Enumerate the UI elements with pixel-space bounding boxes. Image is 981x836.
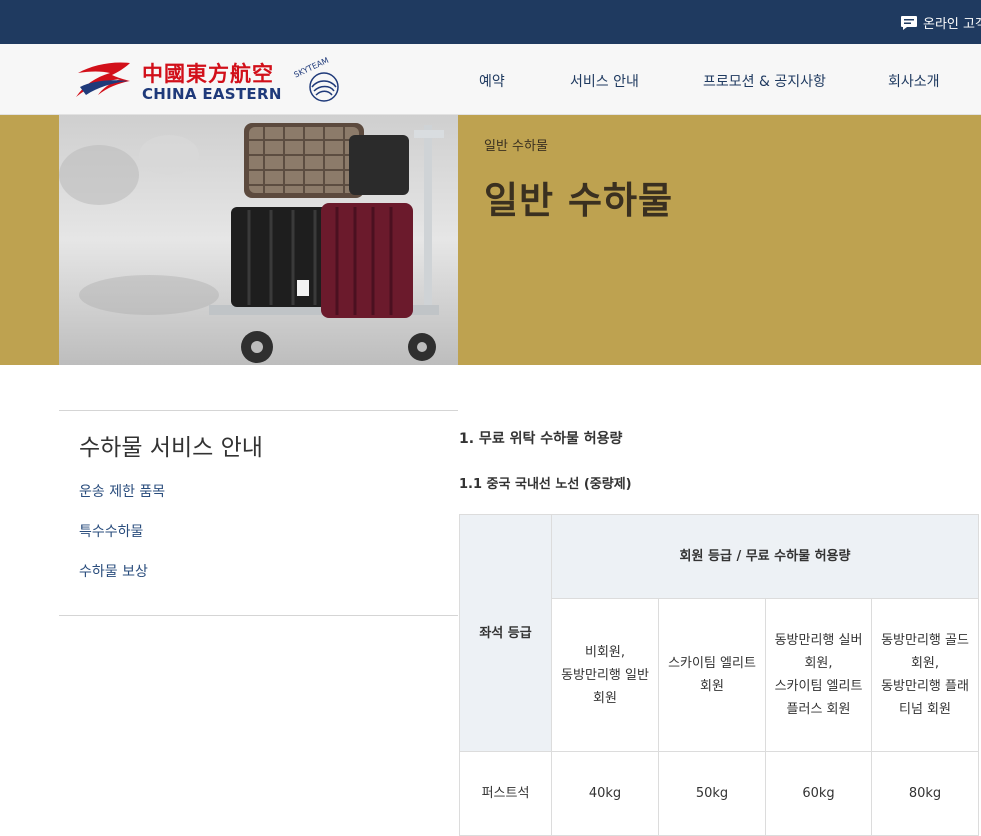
- china-eastern-logo[interactable]: 中國東方航空 CHINA EASTERN SKYTEAM: [72, 57, 344, 105]
- member-header-skyteam-elite: 스카이팀 엘리트 회원: [658, 598, 766, 752]
- brand-name-cn: 中國東方航空: [142, 62, 274, 86]
- sidebar-item-restricted-items[interactable]: 운송 제한 품목: [79, 481, 165, 501]
- nav-promotions[interactable]: 프로모션 & 공지사항: [703, 71, 826, 91]
- hero-banner: 일반 수하물 일반 수하물: [0, 115, 981, 365]
- member-header-nonmember: 비회원, 동방만리행 일반 회원: [551, 598, 659, 752]
- table-row: 퍼스트석 40kg 50kg 60kg 80kg: [459, 751, 979, 836]
- member-header-silver: 동방만리행 실버 회원, 스카이팀 엘리트 플러스 회원: [765, 598, 872, 752]
- luggage-cart-photo: [59, 115, 458, 365]
- allowance-cell: 60kg: [765, 751, 872, 836]
- online-customer-link[interactable]: 온라인 고객: [900, 13, 981, 32]
- section-heading: 1. 무료 위탁 수하물 허용량: [459, 431, 623, 447]
- sidebar: 수하물 서비스 안내 운송 제한 품목 특수수하물 수하물 보상: [59, 410, 458, 616]
- swallow-logo-icon: [76, 62, 130, 97]
- site-header: 中國東方航空 CHINA EASTERN SKYTEAM 예약 서비스 안내 프…: [0, 44, 981, 115]
- member-header-gold: 동방만리행 골드 회원, 동방만리행 플래 티넘 회원: [871, 598, 979, 752]
- allowance-cell: 50kg: [658, 751, 766, 836]
- nav-reservation[interactable]: 예약: [479, 71, 505, 91]
- breadcrumb: 일반 수하물: [484, 139, 548, 154]
- baggage-allowance-table: 좌석 등급 회원 등급 / 무료 수하물 허용량 비회원, 동방만리행 일반 회…: [459, 514, 979, 836]
- sidebar-item-baggage-compensation[interactable]: 수하물 보상: [79, 561, 148, 581]
- online-customer-label: 온라인 고객: [923, 17, 981, 32]
- member-group-header: 회원 등급 / 무료 수하물 허용량: [551, 514, 979, 599]
- chat-icon: [901, 15, 917, 30]
- skyteam-logo-icon: SKYTEAM: [293, 57, 339, 102]
- sidebar-item-special-baggage[interactable]: 특수수하물: [79, 521, 143, 541]
- allowance-cell: 40kg: [551, 751, 659, 836]
- page-title: 일반 수하물: [484, 179, 674, 222]
- seat-class-cell: 퍼스트석: [459, 751, 552, 836]
- seat-class-header: 좌석 등급: [459, 514, 552, 752]
- nav-services[interactable]: 서비스 안내: [570, 71, 639, 91]
- nav-about[interactable]: 회사소개: [888, 71, 940, 91]
- sidebar-title: 수하물 서비스 안내: [79, 435, 263, 461]
- brand-name-en: CHINA EASTERN: [142, 85, 282, 103]
- top-bar: 온라인 고객: [0, 0, 981, 44]
- allowance-cell: 80kg: [871, 751, 979, 836]
- subsection-heading: 1.1 중국 국내선 노선 (중량제): [459, 477, 632, 492]
- svg-text:SKYTEAM: SKYTEAM: [293, 57, 331, 80]
